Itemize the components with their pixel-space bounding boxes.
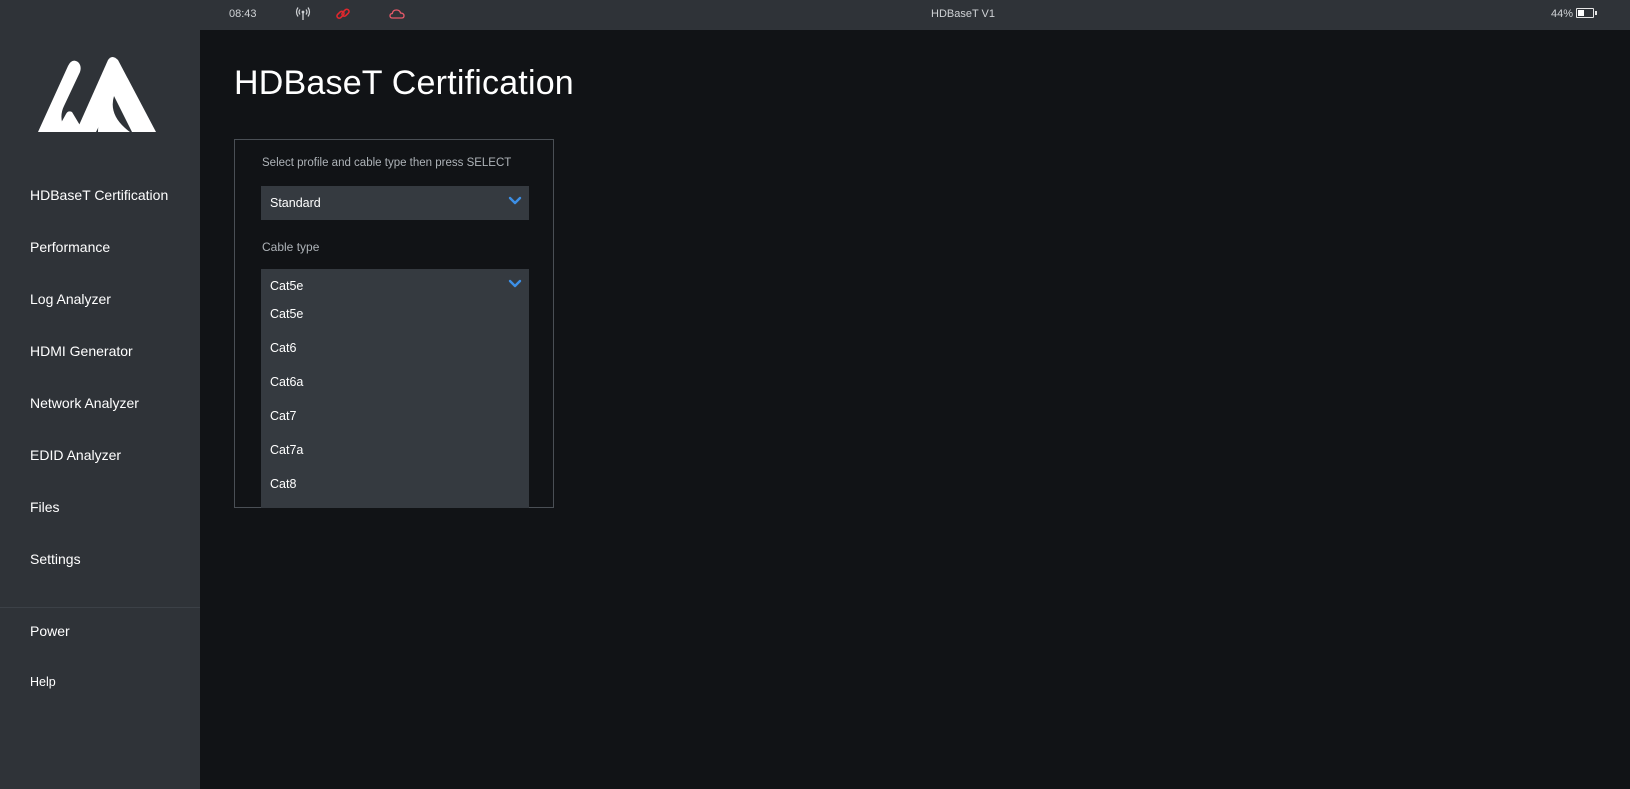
chevron-down-icon [508, 279, 522, 288]
status-time: 08:43 [229, 8, 257, 20]
sidebar-item-hdmi-generator[interactable]: HDMI Generator [30, 343, 133, 359]
sidebar-item-network-analyzer[interactable]: Network Analyzer [30, 395, 139, 411]
brand-logo [38, 57, 156, 132]
dropdown-option-cat8[interactable]: Cat8 [270, 477, 296, 491]
sidebar-divider [0, 607, 200, 608]
battery-icon [1576, 8, 1594, 18]
page-title: HDBaseT Certification [234, 64, 574, 102]
sidebar-item-edid-analyzer[interactable]: EDID Analyzer [30, 447, 121, 463]
antenna-icon [295, 7, 311, 20]
dropdown-option-cat6a[interactable]: Cat6a [270, 375, 303, 389]
cable-type-dropdown-list: Cat5e Cat6 Cat6a Cat7 Cat7a Cat8 [261, 302, 529, 508]
chevron-down-icon [508, 196, 522, 205]
battery-percent: 44% [1551, 8, 1574, 20]
certification-panel: Select profile and cable type then press… [234, 139, 554, 508]
sidebar-item-performance[interactable]: Performance [30, 239, 110, 255]
instruction-text: Select profile and cable type then press… [262, 157, 512, 169]
sidebar-item-settings[interactable]: Settings [30, 551, 81, 567]
link-icon [336, 8, 350, 20]
cable-type-select[interactable]: Cat5e [261, 269, 529, 303]
dropdown-option-cat7[interactable]: Cat7 [270, 409, 296, 423]
sidebar-item-power[interactable]: Power [30, 623, 70, 639]
sidebar-item-help[interactable]: Help [30, 675, 56, 689]
sidebar: HDBaseT Certification Performance Log An… [0, 0, 200, 789]
device-title: HDBaseT V1 [931, 8, 995, 20]
sidebar-item-hdbaset-certification[interactable]: HDBaseT Certification [30, 187, 168, 203]
battery-level [1578, 10, 1584, 16]
cable-type-label: Cable type [262, 240, 320, 254]
dropdown-option-cat7a[interactable]: Cat7a [270, 443, 303, 457]
cable-type-select-value: Cat5e [270, 279, 304, 293]
cloud-icon [389, 9, 405, 19]
dropdown-option-cat6[interactable]: Cat6 [270, 341, 296, 355]
dropdown-option-cat5e[interactable]: Cat5e [270, 307, 303, 321]
battery-tip [1595, 11, 1597, 15]
sidebar-item-files[interactable]: Files [30, 499, 60, 515]
sidebar-item-log-analyzer[interactable]: Log Analyzer [30, 291, 111, 307]
profile-select-value: Standard [270, 196, 321, 210]
status-bar: 08:43 HDBaseT V1 44% [200, 0, 1630, 30]
profile-select[interactable]: Standard [261, 186, 529, 220]
